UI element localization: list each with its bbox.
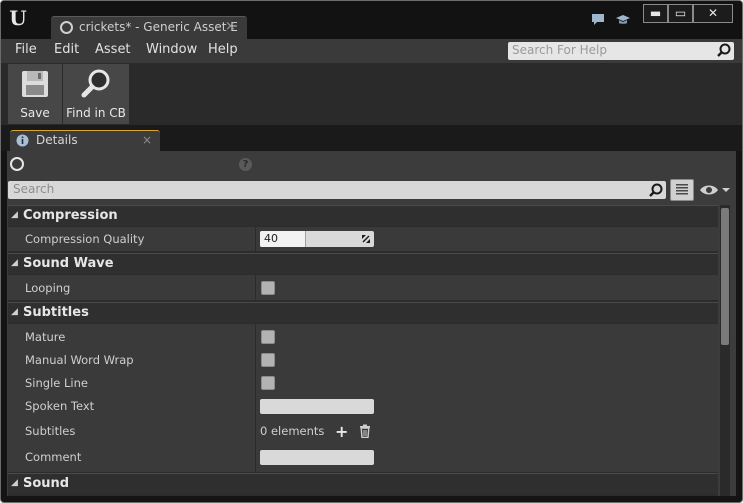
- category-title: Subtitles: [23, 305, 89, 320]
- details-tab-close-button[interactable]: ×: [142, 133, 152, 147]
- manual-word-wrap-checkbox[interactable]: [261, 353, 275, 367]
- menu-bar: File Edit Asset Window Help Search For H…: [1, 39, 742, 63]
- help-search-placeholder: Search For Help: [512, 43, 607, 57]
- property-label-single-line: Single Line: [25, 376, 88, 390]
- property-label-mature: Mature: [25, 330, 66, 344]
- title-bar: U crickets* - Generic Asset E × ▬ ▭ ✕: [1, 1, 742, 39]
- mature-checkbox[interactable]: [261, 330, 275, 344]
- property-row-looping: Looping: [8, 275, 718, 300]
- document-tab[interactable]: crickets* - Generic Asset E ×: [51, 16, 247, 39]
- collapse-arrow-icon[interactable]: ◢: [11, 478, 18, 488]
- category-sound-wave[interactable]: ◢ Sound Wave: [8, 253, 718, 274]
- category-title: Compression: [23, 208, 118, 223]
- subtitles-properties: Mature Manual Word Wrap Single Line Spok…: [8, 324, 718, 472]
- panel-tab-strip: Details ×: [1, 125, 742, 151]
- details-panel: ? Search ◢ Compression Compression Quali…: [7, 151, 736, 496]
- maximize-button[interactable]: ▭: [668, 4, 693, 23]
- category-sound[interactable]: ◢ Sound: [8, 473, 718, 494]
- view-options-eye-icon[interactable]: [698, 182, 730, 198]
- property-label: Looping: [25, 281, 71, 295]
- property-label-spoken-text: Spoken Text: [25, 399, 95, 413]
- editor-window: U crickets* - Generic Asset E × ▬ ▭ ✕ Fi…: [0, 0, 743, 503]
- info-icon: [16, 134, 29, 147]
- trash-icon[interactable]: [359, 424, 371, 438]
- collapse-arrow-icon[interactable]: ◢: [11, 210, 18, 220]
- property-label: Compression Quality: [25, 232, 145, 246]
- comment-input[interactable]: [260, 450, 374, 465]
- scrollbar-thumb[interactable]: [721, 208, 729, 345]
- help-icon[interactable]: ?: [239, 158, 252, 171]
- property-label-subtitles: Subtitles: [25, 424, 76, 438]
- toolbar: Save Find in CB: [1, 63, 742, 125]
- asset-circle-icon: [60, 21, 73, 34]
- property-row-compression-quality: Compression Quality 40: [8, 227, 718, 251]
- unreal-logo-icon[interactable]: U: [6, 6, 30, 30]
- single-line-checkbox[interactable]: [261, 376, 275, 390]
- category-title: Sound Wave: [23, 256, 114, 271]
- search-icon[interactable]: [648, 182, 664, 198]
- menu-asset[interactable]: Asset: [95, 42, 131, 57]
- details-tab-label: Details: [36, 133, 78, 147]
- details-tab[interactable]: Details ×: [10, 130, 160, 151]
- menu-help[interactable]: Help: [208, 42, 238, 57]
- help-search-input[interactable]: Search For Help: [508, 42, 734, 60]
- collapse-arrow-icon[interactable]: ◢: [11, 307, 18, 317]
- property-list: ◢ Compression Compression Quality 40 ◢ S…: [8, 205, 718, 496]
- category-compression[interactable]: ◢ Compression: [8, 205, 718, 226]
- grid-list-icon: [676, 184, 688, 195]
- property-label-manual-word-wrap: Manual Word Wrap: [25, 353, 134, 367]
- spoken-text-input[interactable]: [260, 399, 374, 414]
- property-label-comment: Comment: [25, 450, 82, 464]
- find-in-cb-label: Find in CB: [66, 106, 126, 120]
- column-divider[interactable]: [255, 275, 256, 300]
- floppy-disk-icon: [22, 71, 48, 97]
- add-element-button[interactable]: +: [335, 424, 348, 440]
- magnifier-icon: [81, 69, 110, 98]
- details-search-input[interactable]: Search: [8, 181, 666, 199]
- column-divider[interactable]: [255, 324, 256, 472]
- close-window-button[interactable]: ✕: [693, 4, 733, 23]
- category-subtitles[interactable]: ◢ Subtitles: [8, 302, 718, 323]
- menu-window[interactable]: Window: [146, 42, 197, 57]
- category-title: Sound: [23, 476, 70, 491]
- looping-checkbox[interactable]: [261, 281, 275, 295]
- chat-icon[interactable]: [589, 12, 607, 30]
- menu-file[interactable]: File: [15, 42, 37, 57]
- collapse-arrow-icon[interactable]: ◢: [11, 258, 18, 268]
- find-in-cb-button[interactable]: Find in CB: [63, 64, 129, 124]
- asset-circle-icon: [10, 157, 24, 171]
- menu-edit[interactable]: Edit: [54, 42, 79, 57]
- property-matrix-button[interactable]: [670, 179, 694, 201]
- document-tab-close-button[interactable]: ×: [225, 19, 236, 34]
- save-button[interactable]: Save: [8, 64, 62, 124]
- document-tab-title: crickets* - Generic Asset E: [79, 20, 238, 34]
- details-search-placeholder: Search: [13, 182, 55, 196]
- compression-quality-spinbox[interactable]: 40: [260, 231, 374, 247]
- resize-arrows-icon: [362, 235, 370, 243]
- minimize-button[interactable]: ▬: [643, 4, 668, 23]
- save-label: Save: [20, 106, 50, 120]
- vertical-scrollbar[interactable]: [720, 205, 730, 496]
- learn-cap-icon[interactable]: [614, 12, 632, 30]
- column-divider[interactable]: [255, 227, 256, 251]
- subtitles-element-count: 0 elements: [260, 424, 325, 438]
- spinbox-value: 40: [264, 232, 278, 245]
- search-icon[interactable]: [716, 42, 732, 58]
